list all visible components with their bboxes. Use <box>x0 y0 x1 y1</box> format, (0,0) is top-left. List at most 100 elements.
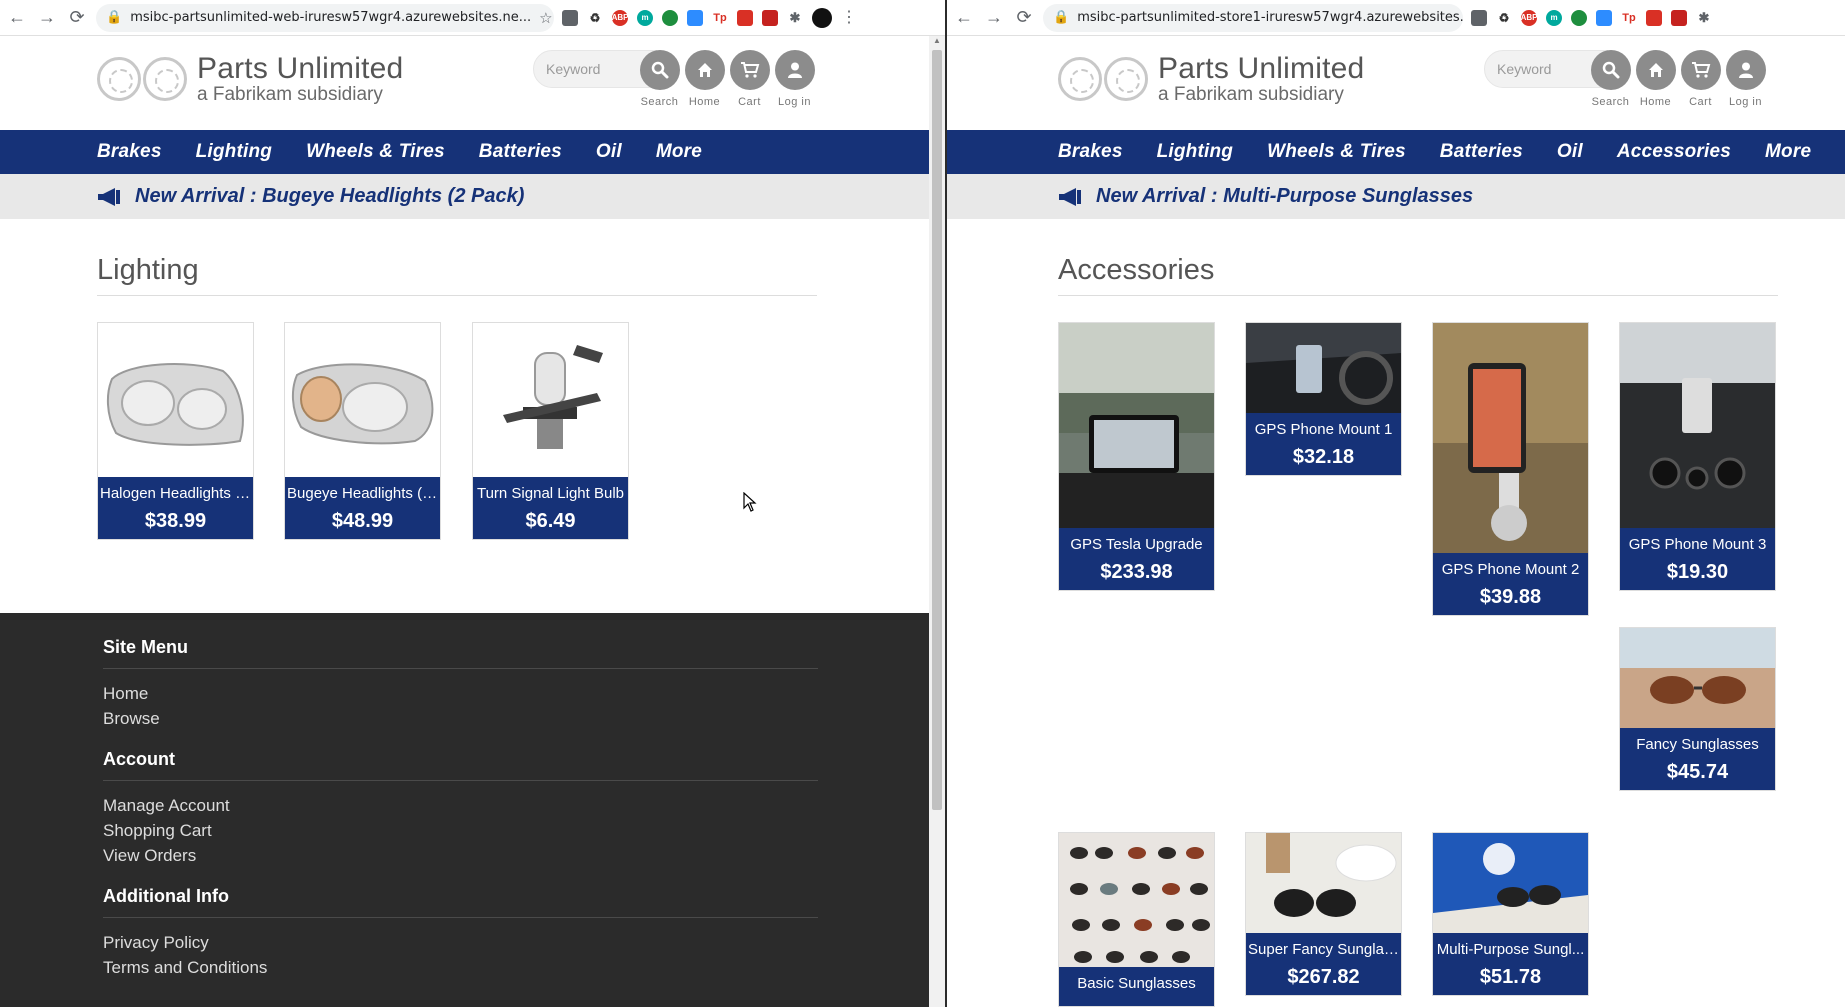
product-card[interactable]: Turn Signal Light Bulb $6.49 <box>472 322 629 540</box>
login-caption: Log in <box>778 96 811 108</box>
nav-brakes[interactable]: Brakes <box>97 141 162 163</box>
category-title: Lighting <box>97 254 817 296</box>
product-name: GPS Phone Mount 3 <box>1628 536 1767 553</box>
back-icon[interactable]: ← <box>953 7 975 29</box>
chat-extension-icon[interactable] <box>1571 9 1587 26</box>
reload-icon[interactable]: ⟳ <box>1013 7 1035 29</box>
product-card[interactable]: Halogen Headlights (... $38.99 <box>97 322 254 540</box>
extensions-bar: ♻ ABP m Tp ✱ ⋮ <box>562 7 857 28</box>
profile-avatar[interactable] <box>812 7 832 28</box>
bookmark-star-icon[interactable]: ☆ <box>539 9 552 27</box>
product-card[interactable]: GPS Phone Mount 2 $39.88 <box>1432 322 1589 616</box>
product-card[interactable]: GPS Phone Mount 3 $19.30 <box>1619 322 1776 591</box>
footer-link-browse[interactable]: Browse <box>103 706 929 731</box>
pdf-extension-icon[interactable] <box>1646 9 1662 26</box>
nav-lighting[interactable]: Lighting <box>196 141 273 163</box>
scroll-up-icon[interactable]: ▲ <box>929 36 945 50</box>
extensions-bar: ♻ ABP m Tp ✱ <box>1471 9 1712 26</box>
user-icon <box>774 50 815 90</box>
forward-icon[interactable]: → <box>36 7 58 29</box>
cart-button[interactable]: Cart <box>727 50 772 108</box>
cart-caption: Cart <box>1689 96 1712 108</box>
product-image <box>1433 323 1588 553</box>
nav-wheels-tires[interactable]: Wheels & Tires <box>1267 141 1406 163</box>
footer-link-manage-account[interactable]: Manage Account <box>103 793 929 818</box>
footer-heading-account: Account <box>103 749 818 781</box>
product-grid: GPS Tesla Upgrade $233.98 GPS Phone Moun… <box>1058 322 1845 1007</box>
search-caption: Search <box>1591 96 1630 108</box>
home-button[interactable]: Home <box>682 50 727 108</box>
nav-brakes[interactable]: Brakes <box>1058 141 1123 163</box>
m-extension-icon[interactable]: m <box>1546 9 1562 26</box>
mouse-pointer-icon <box>743 492 757 512</box>
search-button[interactable]: Search <box>1588 50 1633 108</box>
header-tools: Keyword Search Home Cart Log in <box>1484 50 1768 108</box>
user-icon <box>1725 50 1766 90</box>
recycle-icon[interactable]: ♻ <box>1496 9 1512 26</box>
grid-extension-icon[interactable] <box>762 9 778 26</box>
login-button[interactable]: Log in <box>772 50 817 108</box>
forward-icon[interactable]: → <box>983 7 1005 29</box>
brand-title: Parts Unlimited <box>1158 52 1365 85</box>
recycle-icon[interactable]: ♻ <box>587 9 603 26</box>
browser-menu-icon[interactable]: ⋮ <box>841 9 857 26</box>
product-card[interactable]: Basic Sunglasses <box>1058 832 1215 1007</box>
tp-extension-icon[interactable]: Tp <box>1621 9 1637 26</box>
address-bar[interactable]: 🔒 msibc-partsunlimited-store1-iruresw57w… <box>1043 3 1463 32</box>
nav-batteries[interactable]: Batteries <box>1440 141 1523 163</box>
footer-link-privacy-policy[interactable]: Privacy Policy <box>103 930 929 955</box>
nav-accessories[interactable]: Accessories <box>1617 141 1731 163</box>
new-arrival-banner[interactable]: New Arrival : Multi-Purpose Sunglasses <box>947 174 1845 219</box>
footer-heading-site-menu: Site Menu <box>103 637 818 669</box>
nav-oil[interactable]: Oil <box>1557 141 1583 163</box>
pdf-extension-icon[interactable] <box>737 9 753 26</box>
back-icon[interactable]: ← <box>6 7 28 29</box>
search-button[interactable]: Search <box>637 50 682 108</box>
chat-extension-icon[interactable] <box>662 9 678 26</box>
footer-link-home[interactable]: Home <box>103 681 929 706</box>
product-card[interactable]: GPS Phone Mount 1 $32.18 <box>1245 322 1402 476</box>
product-name: Fancy Sunglasses <box>1636 736 1759 753</box>
product-name: Halogen Headlights (... <box>100 485 251 502</box>
page-scrollbar[interactable]: ▲ <box>929 36 945 1007</box>
puzzle-icon[interactable]: ✱ <box>1696 9 1712 26</box>
grid-extension-icon[interactable] <box>1671 9 1687 26</box>
footer-link-shopping-cart[interactable]: Shopping Cart <box>103 818 929 843</box>
extension-icon[interactable] <box>562 9 578 26</box>
nav-more[interactable]: More <box>656 141 702 163</box>
footer-link-view-orders[interactable]: View Orders <box>103 843 929 868</box>
product-price: $6.49 <box>525 510 576 532</box>
adblock-icon[interactable]: ABP <box>612 9 628 26</box>
zoom-extension-icon[interactable] <box>1596 9 1612 26</box>
zoom-extension-icon[interactable] <box>687 9 703 26</box>
m-extension-icon[interactable]: m <box>637 9 653 26</box>
nav-oil[interactable]: Oil <box>596 141 622 163</box>
nav-lighting[interactable]: Lighting <box>1157 141 1234 163</box>
home-button[interactable]: Home <box>1633 50 1678 108</box>
url-text: msibc-partsunlimited-web-iruresw57wgr4.a… <box>130 10 532 25</box>
login-button[interactable]: Log in <box>1723 50 1768 108</box>
scrollbar-thumb[interactable] <box>932 50 942 810</box>
puzzle-icon[interactable]: ✱ <box>787 9 803 26</box>
footer-link-terms[interactable]: Terms and Conditions <box>103 955 929 980</box>
nav-wheels-tires[interactable]: Wheels & Tires <box>306 141 445 163</box>
adblock-icon[interactable]: ABP <box>1521 9 1537 26</box>
tp-extension-icon[interactable]: Tp <box>712 9 728 26</box>
nav-more[interactable]: More <box>1765 141 1811 163</box>
product-card[interactable]: Super Fancy Sunglass... $267.82 <box>1245 832 1402 996</box>
brand-logo[interactable]: Parts Unlimited a Fabrikam subsidiary <box>97 52 403 106</box>
reload-icon[interactable]: ⟳ <box>66 7 88 29</box>
right-browser-window: ← → ⟳ 🔒 msibc-partsunlimited-store1-irur… <box>945 0 1845 1007</box>
product-card[interactable]: GPS Tesla Upgrade $233.98 <box>1058 322 1215 591</box>
product-card[interactable]: Bugeye Headlights (2... $48.99 <box>284 322 441 540</box>
new-arrival-banner[interactable]: New Arrival : Bugeye Headlights (2 Pack) <box>0 174 929 219</box>
extension-icon[interactable] <box>1471 9 1487 26</box>
product-card[interactable]: Fancy Sunglasses $45.74 <box>1619 627 1776 791</box>
product-price: $32.18 <box>1292 446 1355 468</box>
cart-button[interactable]: Cart <box>1678 50 1723 108</box>
megaphone-icon <box>1059 187 1081 206</box>
brand-logo[interactable]: Parts Unlimited a Fabrikam subsidiary <box>1058 52 1364 106</box>
nav-batteries[interactable]: Batteries <box>479 141 562 163</box>
address-bar[interactable]: 🔒 msibc-partsunlimited-web-iruresw57wgr4… <box>96 3 554 32</box>
product-card[interactable]: Multi-Purpose Sungl... $51.78 <box>1432 832 1589 996</box>
